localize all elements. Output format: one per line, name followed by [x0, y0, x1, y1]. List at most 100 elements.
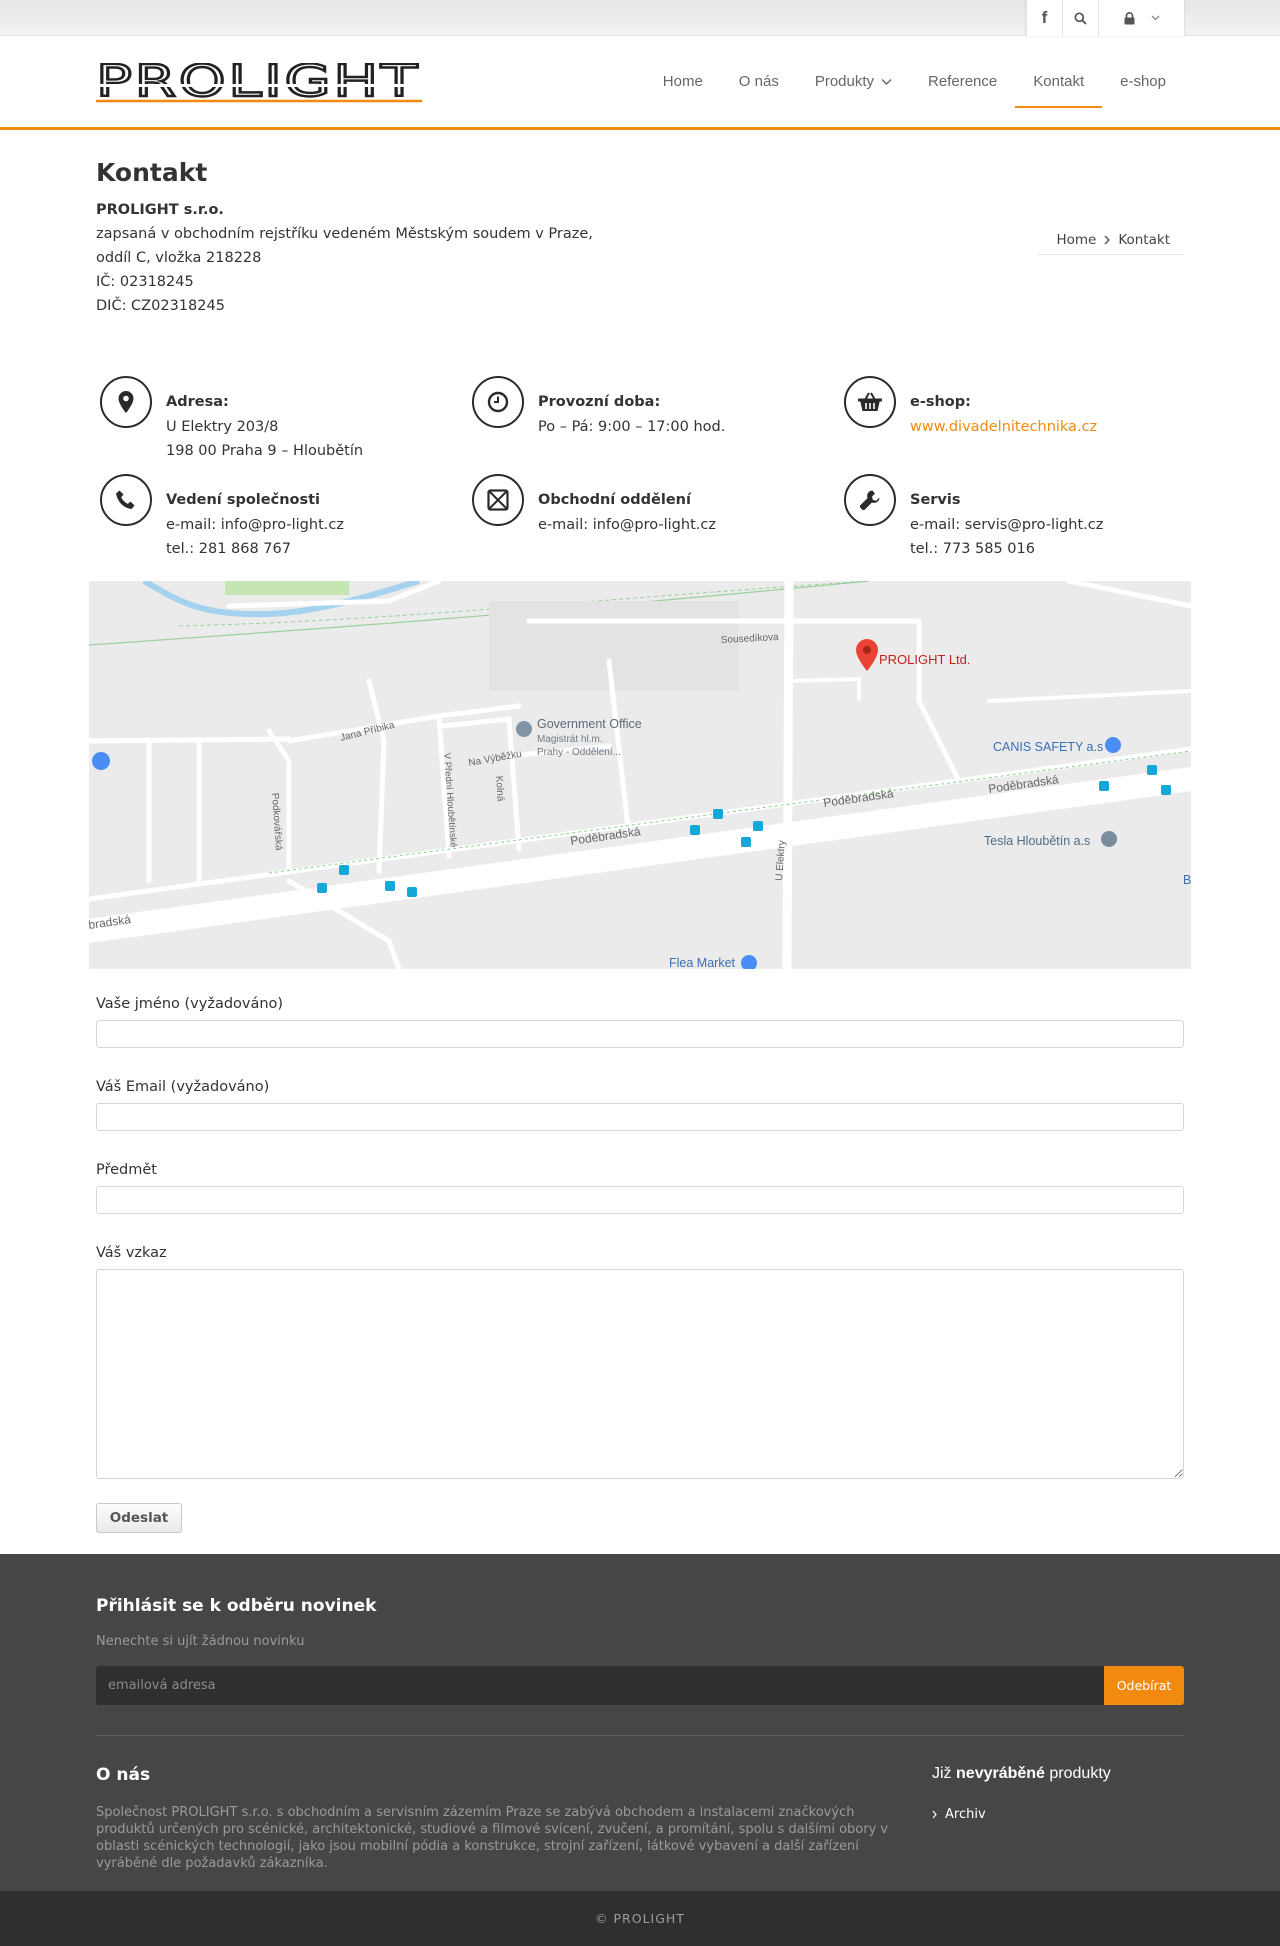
subscribe-button[interactable]: Odebírat: [1104, 1666, 1184, 1705]
newsletter-email-input[interactable]: [96, 1666, 1104, 1705]
discontinued-prefix: Již: [932, 1765, 952, 1782]
nav-produkty-label: Produkty: [814, 73, 875, 90]
name-input[interactable]: [96, 1020, 1184, 1048]
service-title: Servis: [910, 492, 961, 508]
breadcrumb-home[interactable]: Home: [1056, 232, 1096, 248]
copyright-text: © PROLIGHT: [595, 1911, 685, 1926]
breadcrumb: Home Kontakt: [1038, 225, 1184, 255]
nav-home[interactable]: Home: [645, 36, 721, 127]
chevron-right-icon: [932, 1810, 937, 1819]
envelope-icon: [472, 474, 524, 526]
company-dic: DIČ: CZ02318245: [96, 298, 225, 314]
sales-block: Obchodní oddělení e-mail: info@pro-light…: [468, 474, 828, 564]
login-dropdown[interactable]: [1098, 0, 1184, 36]
service-phone: tel.: 773 585 016: [910, 541, 1035, 557]
address-title: Adresa:: [166, 394, 229, 410]
eshop-link[interactable]: www.divadelnitechnika.cz: [910, 419, 1097, 435]
chevron-right-icon: [1104, 235, 1111, 244]
hours-line: Po – Pá: 9:00 – 17:00 hod.: [538, 418, 726, 435]
newsletter-subtitle: Nenechte si ujít žádnou novinku: [96, 1634, 305, 1649]
eshop-block: e-shop: www.divadelnitechnika.cz: [840, 376, 1200, 466]
hours-block: Provozní doba: Po – Pá: 9:00 – 17:00 hod…: [468, 376, 828, 466]
service-block: Servis e-mail: servis@pro-light.cz tel.:…: [840, 474, 1200, 564]
nav-eshop[interactable]: e-shop: [1102, 36, 1184, 127]
place-pin-icon: [1101, 831, 1117, 847]
management-title: Vedení společnosti: [166, 492, 321, 508]
about-text: Společnost PROLIGHT s.r.o. s obchodním a…: [96, 1805, 889, 1871]
phone-icon: [100, 474, 152, 526]
government-icon: [516, 721, 532, 737]
discontinued-bold: nevyráběné: [956, 1765, 1045, 1782]
management-phone: tel.: 281 868 767: [166, 541, 291, 557]
name-label: Vaše jméno (vyžadováno): [96, 996, 284, 1012]
about-title: O nás: [96, 1765, 151, 1785]
copyright-bar: © PROLIGHT: [0, 1891, 1280, 1946]
nav-o-nas[interactable]: O nás: [721, 36, 797, 127]
page-head: Kontakt PROLIGHT s.r.o. zapsaná v obchod…: [96, 130, 1184, 376]
discontinued-title: Již nevyráběné produkty: [932, 1765, 1111, 1783]
message-textarea[interactable]: [96, 1269, 1184, 1479]
company-ic: IČ: 02318245: [96, 274, 194, 290]
chevron-down-icon: [881, 78, 892, 85]
marker-label: PROLIGHT Ltd.: [879, 652, 971, 667]
breadcrumb-current: Kontakt: [1118, 231, 1170, 248]
message-label: Váš vzkaz: [96, 1245, 167, 1261]
street-label: Kolná: [493, 775, 506, 802]
poi-label: Flea Market: [669, 956, 736, 969]
location-map[interactable]: Sousedíkova Jana Příbika Na Výběžku V Př…: [89, 581, 1191, 969]
subject-input[interactable]: [96, 1186, 1184, 1214]
site-header: PROLIGHT Home O nás Produkty Reference K…: [0, 36, 1280, 130]
map-pin-icon: [100, 376, 152, 428]
wrench-icon: [844, 474, 896, 526]
archive-link-label: Archiv: [945, 1807, 986, 1822]
main-nav: Home O nás Produkty Reference Kontakt e-…: [645, 36, 1184, 127]
facebook-icon[interactable]: f: [1026, 0, 1062, 36]
company-line: zapsaná v obchodním rejstříku vedeném Mě…: [96, 226, 593, 242]
poi-label: B: [1183, 873, 1191, 887]
site-footer: Přihlásit se k odběru novinek Nenechte s…: [0, 1554, 1280, 1891]
page-title: Kontakt: [96, 158, 208, 187]
company-info: PROLIGHT s.r.o. zapsaná v obchodním rejs…: [96, 198, 593, 318]
top-bar-actions: f: [1026, 0, 1184, 36]
subject-label: Předmět: [96, 1162, 157, 1178]
address-line: 198 00 Praha 9 – Hloubětín: [166, 443, 364, 459]
email-label: Váš Email (vyžadováno): [96, 1079, 270, 1095]
contact-info-grid: Adresa: U Elektry 203/8 198 00 Praha 9 –…: [96, 376, 1184, 581]
nav-reference[interactable]: Reference: [910, 36, 1015, 127]
newsletter-form: Odebírat: [96, 1666, 1184, 1705]
company-name: PROLIGHT s.r.o.: [96, 202, 224, 218]
email-input[interactable]: [96, 1103, 1184, 1131]
contact-form: Vaše jméno (vyžadováno) Váš Email (vyžad…: [96, 969, 1184, 1533]
basket-icon: [844, 376, 896, 428]
management-block: Vedení společnosti e-mail: info@pro-ligh…: [96, 474, 456, 564]
nav-produkty[interactable]: Produkty: [797, 36, 910, 127]
park-area: [225, 581, 349, 595]
discontinued-suffix: produkty: [1049, 1765, 1111, 1782]
eshop-title: e-shop:: [910, 394, 971, 410]
shop-icon: [1105, 737, 1121, 753]
company-line: oddíl C, vložka 218228: [96, 250, 262, 266]
address-line: U Elektry 203/8: [166, 418, 279, 435]
shop-icon: [92, 752, 110, 770]
poi-label: Government Office: [537, 717, 642, 731]
clock-icon: [472, 376, 524, 428]
poi-label: CANIS SAFETY a.s: [993, 740, 1103, 754]
hours-title: Provozní doba:: [538, 394, 661, 410]
archive-link[interactable]: Archiv: [932, 1807, 986, 1822]
poi-label: Magistrát hl.m.: [537, 734, 603, 745]
nav-kontakt[interactable]: Kontakt: [1015, 36, 1103, 127]
chevron-down-icon: [1151, 15, 1159, 21]
management-email: e-mail: info@pro-light.cz: [166, 516, 344, 533]
service-email: e-mail: servis@pro-light.cz: [910, 516, 1104, 533]
footer-divider: [96, 1735, 1184, 1736]
top-bar: f: [0, 0, 1280, 36]
poi-label: Tesla Hloubětín a.s: [984, 834, 1090, 848]
prolight-logo[interactable]: PROLIGHT: [95, 55, 422, 108]
address-block: Adresa: U Elektry 203/8 198 00 Praha 9 –…: [96, 376, 456, 466]
poi-label: Prahy - Oddělení...: [537, 747, 621, 758]
sales-title: Obchodní oddělení: [538, 492, 691, 508]
sales-email: e-mail: info@pro-light.cz: [538, 516, 716, 533]
search-icon[interactable]: [1062, 0, 1098, 36]
submit-button[interactable]: Odeslat: [96, 1503, 182, 1533]
lock-icon: [1124, 11, 1134, 24]
